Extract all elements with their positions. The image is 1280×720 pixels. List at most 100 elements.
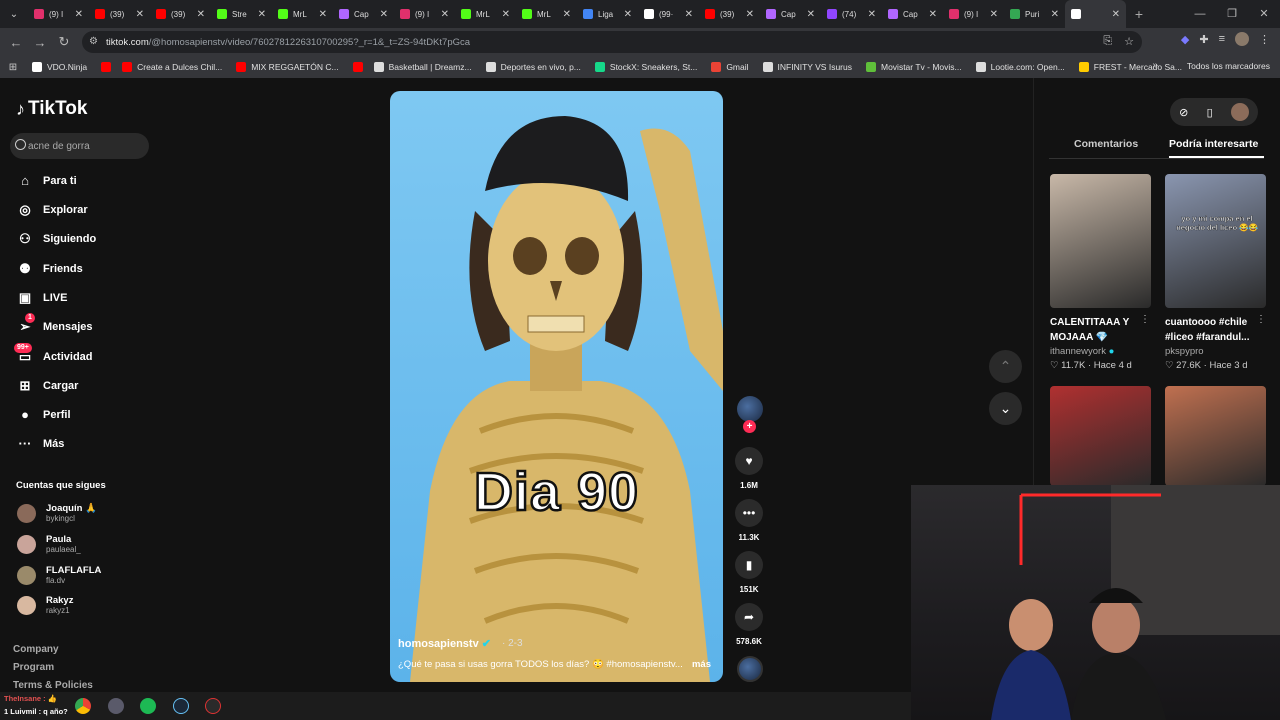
tab-close-icon[interactable]: ✕ — [441, 9, 449, 20]
recommended-video-thumbnail[interactable] — [1050, 174, 1151, 308]
browser-tab[interactable]: MrL ✕ — [516, 0, 577, 28]
install-app-icon[interactable]: ⎘ — [1103, 35, 1112, 48]
sidebar-item-explorar[interactable]: ◎ Explorar — [16, 202, 87, 218]
creator-avatar[interactable] — [737, 396, 763, 422]
maximize-icon[interactable]: ❐ — [1216, 0, 1248, 28]
footer-link[interactable]: Program — [13, 662, 54, 673]
more-options-icon[interactable]: ⋮ — [1256, 314, 1266, 325]
browser-tab[interactable]: (74) ✕ — [821, 0, 882, 28]
bookmark-item[interactable]: Movistar Tv - Movis... — [866, 62, 962, 72]
device-icon[interactable]: ▯ — [1207, 106, 1213, 119]
following-account[interactable]: Rakyz rakyz1 — [17, 595, 73, 615]
sidebar-item-ms[interactable]: ··· Más — [16, 436, 65, 451]
browser-tab[interactable]: ✕ — [1065, 0, 1126, 28]
bookmarks-overflow-icon[interactable]: » — [1152, 60, 1158, 71]
bookmark-star-icon[interactable]: ☆ — [1124, 35, 1134, 48]
browser-tab[interactable]: Cap ✕ — [760, 0, 821, 28]
browser-tab[interactable]: (9) I ✕ — [394, 0, 455, 28]
bookmark-item[interactable]: Basketball | Dreamz... — [373, 62, 472, 72]
browser-tab[interactable]: (99· ✕ — [638, 0, 699, 28]
sidebar-item-perfil[interactable]: ● Perfil — [16, 407, 70, 422]
tiktok-logo[interactable]: ♪ TikTok — [16, 98, 87, 120]
tab-close-icon[interactable]: ✕ — [1051, 9, 1059, 20]
more-options-icon[interactable]: ⋮ — [1140, 314, 1150, 325]
extension-icon[interactable]: ◆ — [1181, 33, 1189, 46]
browser-tab[interactable]: Stre ✕ — [211, 0, 272, 28]
tab-close-icon[interactable]: ✕ — [319, 9, 327, 20]
back-icon[interactable]: ← — [4, 35, 28, 50]
description-more-link[interactable]: más — [692, 659, 711, 670]
bookmark-item[interactable]: FREST - Mercado Sa... — [1078, 62, 1182, 72]
like-action[interactable]: ♥ 1.6M — [735, 447, 763, 490]
sidebar-item-actividad[interactable]: ▭ 99+ Actividad — [14, 343, 93, 365]
minimize-icon[interactable]: — — [1184, 0, 1216, 28]
browser-tab[interactable]: MrL ✕ — [272, 0, 333, 28]
bookmark-icon[interactable]: ▮ — [735, 551, 763, 579]
tab-close-icon[interactable]: ✕ — [990, 9, 998, 20]
previous-video-arrow-icon[interactable]: ⌃ — [989, 350, 1022, 383]
tab-close-icon[interactable]: ✕ — [746, 9, 754, 20]
browser-tab[interactable]: (9) I ✕ — [28, 0, 89, 28]
tab-search-chevron-icon[interactable]: ⌄ — [0, 0, 28, 28]
sidebar-item-mensajes[interactable]: ➢ 1 Mensajes — [16, 313, 93, 335]
bookmark-item[interactable]: Gmail — [711, 62, 749, 72]
app-icon[interactable] — [108, 698, 124, 714]
save-action[interactable]: ▮ 151K — [735, 551, 763, 594]
bookmark-item[interactable] — [101, 62, 116, 72]
following-account[interactable]: Paula paulaeal_ — [17, 534, 81, 554]
tab-close-icon[interactable]: ✕ — [136, 9, 144, 20]
search-input[interactable]: acne de gorra — [10, 133, 149, 159]
footer-link[interactable]: Company — [13, 644, 59, 655]
media-controls-icon[interactable]: ≡ — [1219, 33, 1225, 45]
all-bookmarks-folder[interactable]: Todos los marcadores — [1187, 61, 1270, 71]
tab-close-icon[interactable]: ✕ — [258, 9, 266, 20]
video-username[interactable]: homosapienstv ✔ — [398, 637, 491, 650]
browser-tab[interactable]: Cap ✕ — [333, 0, 394, 28]
recommended-video-title[interactable]: CALENTITAAA Y MOJAAA 💎 — [1050, 315, 1135, 345]
tab-comments[interactable]: Comentarios — [1074, 138, 1138, 150]
browser-tab[interactable]: (39) ✕ — [89, 0, 150, 28]
reload-icon[interactable]: ↻ — [52, 34, 76, 50]
recommended-video-user[interactable]: pkspypro — [1165, 346, 1204, 357]
tab-close-icon[interactable]: ✕ — [624, 9, 632, 20]
next-video-arrow-icon[interactable]: ⌄ — [989, 392, 1022, 425]
extensions-puzzle-icon[interactable]: ✚ — [1199, 33, 1208, 46]
follow-plus-icon[interactable]: + — [743, 420, 756, 433]
site-info-icon[interactable]: ⚙ — [89, 36, 98, 47]
url-bar[interactable]: ⚙ tiktok.com/@homosapienstv/video/760278… — [82, 31, 1142, 53]
tab-close-icon[interactable]: ✕ — [807, 9, 815, 20]
bookmark-item[interactable]: MIX REGGAETÓN C... — [236, 62, 339, 72]
tab-close-icon[interactable]: ✕ — [1112, 9, 1120, 20]
browser-tab[interactable]: Puri ✕ — [1004, 0, 1065, 28]
recommended-video-thumbnail[interactable]: yo y mi compa en el negocio del liceo 😂😂 — [1165, 174, 1266, 308]
following-account[interactable]: Joaquín 🙏 bykingcl — [17, 503, 97, 523]
bookmark-item[interactable]: VDO.Ninja — [32, 62, 87, 72]
tab-close-icon[interactable]: ✕ — [197, 9, 205, 20]
browser-menu-icon[interactable]: ⋮ — [1259, 33, 1270, 46]
tab-close-icon[interactable]: ✕ — [380, 9, 388, 20]
browser-tab[interactable]: MrL ✕ — [455, 0, 516, 28]
sidebar-item-parati[interactable]: ⌂ Para ti — [16, 173, 77, 188]
heart-icon[interactable]: ♥ — [735, 447, 763, 475]
bookmark-item[interactable]: StockX: Sneakers, St... — [594, 62, 697, 72]
bookmark-item[interactable]: Create a Dulces Chil... — [122, 62, 222, 72]
bookmark-item[interactable]: Deportes en vivo, p... — [485, 62, 581, 72]
tab-close-icon[interactable]: ✕ — [75, 9, 83, 20]
recommended-video-thumbnail[interactable] — [1165, 386, 1266, 486]
tab-close-icon[interactable]: ✕ — [929, 9, 937, 20]
coin-icon[interactable]: ⊘ — [1179, 106, 1188, 119]
comment-icon[interactable]: ••• — [735, 499, 763, 527]
tab-recommended[interactable]: Podría interesarte — [1169, 138, 1258, 150]
close-window-icon[interactable]: ✕ — [1248, 0, 1280, 28]
share-action[interactable]: ➦ 578.6K — [735, 603, 763, 646]
sidebar-item-siguiendo[interactable]: ⚇ Siguiendo — [16, 231, 96, 247]
tab-close-icon[interactable]: ✕ — [502, 9, 510, 20]
recommended-video-title[interactable]: cuantoooo #chile #liceo #farandul... — [1165, 315, 1250, 345]
forward-icon[interactable]: → — [28, 35, 52, 50]
share-icon[interactable]: ➦ — [735, 603, 763, 631]
bookmark-item[interactable]: INFINITY VS Isurus — [762, 62, 852, 72]
user-avatar[interactable] — [1230, 103, 1249, 121]
profile-avatar[interactable] — [1235, 32, 1249, 46]
bookmark-item[interactable]: Lootie.com: Open... — [975, 62, 1065, 72]
steam-icon[interactable] — [173, 698, 189, 714]
